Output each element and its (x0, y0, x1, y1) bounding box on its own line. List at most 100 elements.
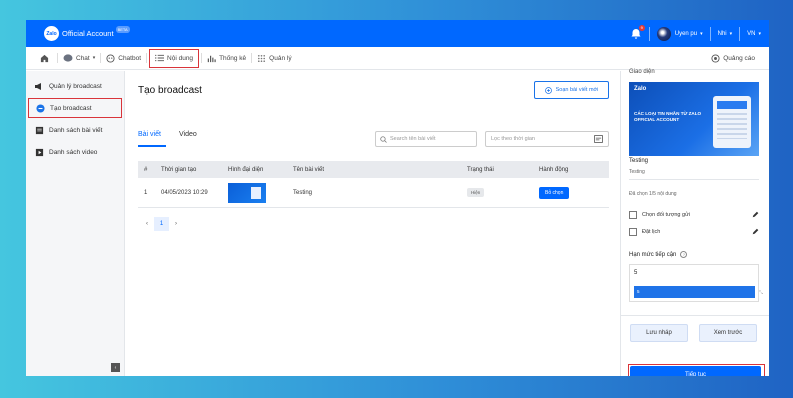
home-icon[interactable] (26, 47, 57, 70)
minus-circle-icon (35, 103, 45, 113)
chevron-left-icon[interactable]: ‹ (146, 221, 148, 227)
option-choose-audience[interactable]: Chọn đối tượng gửi (629, 211, 759, 219)
article-banner: Zalo CÁC LOẠI TIN NHẮN TỪ ZALO OFFICIAL … (629, 82, 759, 156)
reach-limit-label: Hạn mức tiếp cận (629, 251, 677, 258)
sidebar-item-video-list[interactable]: Danh sách video (26, 141, 124, 163)
top-bar: Zalo Official Account BETA 9 Uyen pu ▾ N… (26, 20, 769, 47)
calendar-icon (594, 135, 603, 143)
banner-text: CÁC LOẠI TIN NHẮN TỪ ZALO OFFICIAL ACCOU… (634, 111, 702, 122)
nav-item-label: Thống kê (219, 54, 247, 62)
column-header: Trạng thái (467, 166, 494, 173)
reach-limit-box: 5 5 (629, 264, 759, 302)
bell-icon[interactable]: 9 (630, 24, 645, 40)
top-right-controls: 9 Uyen pu ▾ Nhi ▾ VN ▾ (630, 20, 761, 47)
table-header: # Thời gian tạo Hình đại diện Tên bài vi… (138, 161, 609, 178)
ads-link[interactable]: Quảng cáo (711, 47, 755, 70)
search-icon (380, 135, 387, 143)
compose-article-button[interactable]: Soạn bài viết mới (534, 81, 609, 99)
avatar[interactable] (656, 26, 671, 41)
column-header: Hình đại diện (228, 166, 264, 173)
edit-icon[interactable] (752, 211, 759, 218)
banner-logo: Zalo (634, 86, 647, 92)
nav-item-chat[interactable]: Chat ▾ (58, 47, 100, 70)
divider (629, 179, 759, 180)
ads-icon (711, 54, 720, 63)
nav-bar: Chat ▾ Chatbot Nội dung Thống kê Quản lý… (26, 47, 769, 70)
divider (648, 26, 650, 41)
tab-videos[interactable]: Video (179, 131, 197, 142)
row-action-cell: Bỏ chọn (539, 186, 609, 199)
divider (739, 26, 741, 41)
sidebar-item-label: Quản lý broadcast (49, 82, 102, 90)
chevron-right-icon[interactable]: › (175, 221, 177, 227)
article-icon (34, 125, 44, 135)
page-number[interactable]: 1 (154, 217, 169, 231)
chevron-down-icon: ▾ (92, 55, 96, 61)
help-icon[interactable]: ? (680, 251, 688, 258)
deselect-button[interactable]: Bỏ chọn (539, 186, 570, 199)
preview-button[interactable]: Xem trước (699, 324, 757, 342)
app-window: Zalo Official Account BETA 9 Uyen pu ▾ N… (26, 20, 769, 376)
nav-item-chatbot[interactable]: Chatbot (101, 47, 146, 70)
sidebar-item-article-list[interactable]: Danh sách bài viết (26, 119, 124, 141)
search-input[interactable]: Search tên bài viết (375, 131, 477, 147)
selected-article-subtitle: Testing (629, 169, 645, 175)
schedule-checkbox[interactable] (629, 228, 637, 236)
article-thumbnail (228, 182, 266, 203)
table-row[interactable]: 1 04/05/2023 10:29 Testing Hiện Bỏ chọn (138, 178, 609, 208)
status-badge: Hiện (467, 187, 485, 197)
reach-limit-value: 5 (634, 270, 638, 276)
reach-limit-title: Hạn mức tiếp cận ? (629, 251, 688, 258)
language-switcher[interactable]: VN (747, 31, 755, 37)
save-draft-button[interactable]: Lưu nháp (630, 324, 688, 342)
audience-checkbox[interactable] (629, 211, 637, 219)
chevron-down-icon[interactable]: ▾ (758, 31, 761, 37)
content-tabs: Bài viết Video (138, 131, 215, 142)
preview-panel: Giao diện Zalo CÁC LOẠI TIN NHẮN TỪ ZALO… (620, 69, 769, 376)
column-header: Thời gian tạo (161, 166, 197, 173)
option-schedule[interactable]: Đặt lịch (629, 228, 759, 236)
continue-button[interactable]: Tiếp tục (630, 366, 761, 376)
app-title: Official Account (62, 29, 114, 38)
nav-item-label: Quản lý (269, 54, 292, 62)
tab-articles[interactable]: Bài viết (138, 131, 161, 142)
chat-icon (63, 53, 73, 62)
row-article-name: Testing (293, 189, 313, 196)
nav-item-management[interactable]: Quản lý (252, 47, 296, 70)
nav-item-content[interactable]: Nội dung (147, 47, 201, 70)
collapse-sidebar-button[interactable]: ‹ (111, 363, 120, 372)
main-content: Tạo broadcast Soạn bài viết mới Bài viết… (126, 71, 620, 376)
column-header: # (144, 166, 148, 173)
chevron-down-icon[interactable]: ▾ (700, 31, 703, 37)
sidebar-item-label: Danh sách bài viết (49, 126, 103, 134)
chevron-down-icon[interactable]: ▾ (730, 31, 733, 37)
reach-limit-bar[interactable]: 5 (634, 286, 755, 298)
option-label: Đặt lịch (642, 229, 661, 235)
user-name[interactable]: Uyen pu (675, 31, 697, 37)
list-icon (155, 54, 165, 62)
sidebar-item-manage-broadcast[interactable]: Quản lý broadcast (26, 75, 124, 97)
active-tab-indicator (138, 145, 166, 147)
edit-icon[interactable] (752, 228, 759, 235)
account-switcher[interactable]: Nhi (718, 31, 727, 37)
preview-heading: Giao diện (629, 69, 655, 75)
divider (709, 26, 711, 41)
grid-icon (258, 54, 266, 62)
notification-count: 9 (638, 24, 645, 31)
search-placeholder: Search tên bài viết (390, 136, 436, 142)
page-title: Tạo broadcast (138, 85, 202, 96)
sidebar-item-label: Danh sách video (49, 148, 98, 156)
chatbot-icon (106, 53, 115, 63)
nav-item-statistics[interactable]: Thống kê (202, 47, 251, 70)
nav-item-label: Chatbot (118, 54, 142, 62)
zalo-logo[interactable]: Zalo Official Account BETA (44, 26, 130, 41)
selected-count: Đã chọn 1/5 nội dung (629, 191, 677, 197)
sidebar-item-create-broadcast[interactable]: Tạo broadcast (27, 97, 123, 119)
zalo-logo-badge: Zalo (44, 26, 59, 41)
option-label: Chọn đối tượng gửi (642, 212, 690, 218)
selected-article-title: Testing (629, 158, 649, 164)
column-header: Hành động (539, 166, 569, 173)
date-filter-input[interactable]: Lọc theo thời gian (485, 131, 609, 147)
phone-illustration (713, 96, 751, 148)
resize-handle-icon[interactable]: ⤡ (759, 290, 763, 296)
